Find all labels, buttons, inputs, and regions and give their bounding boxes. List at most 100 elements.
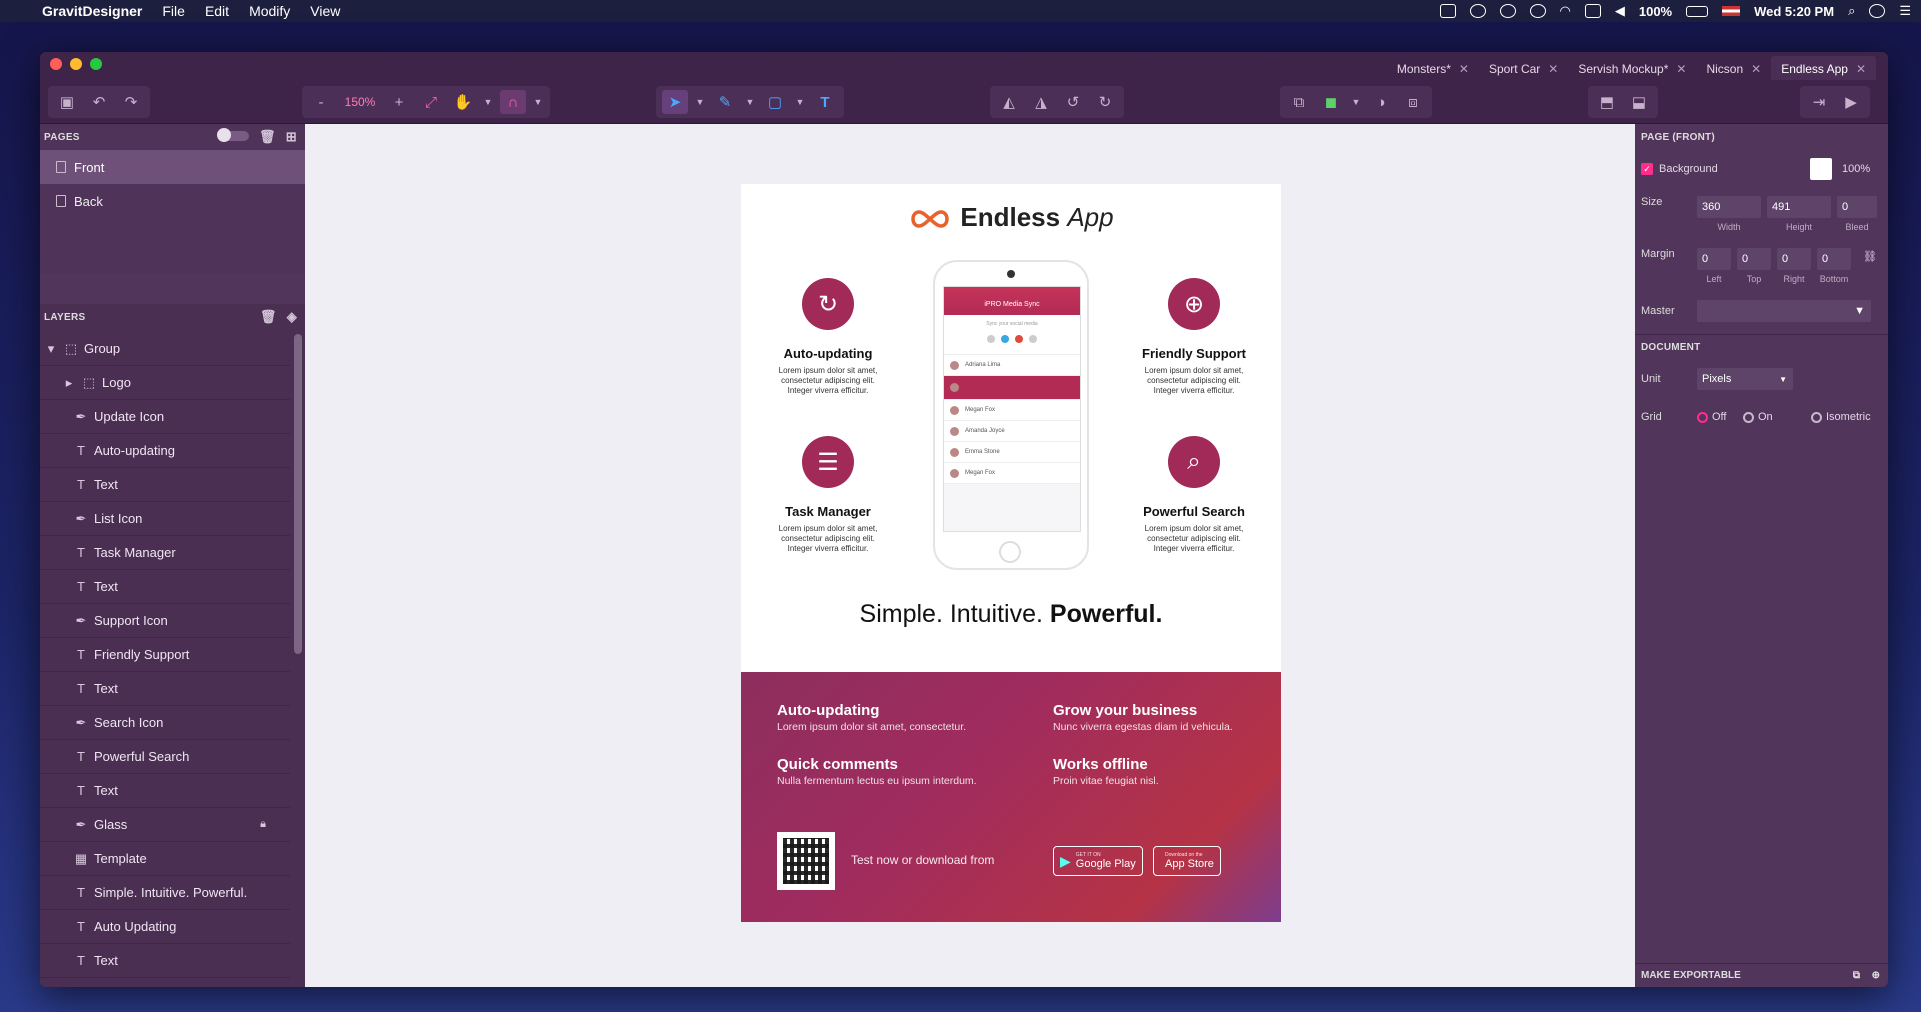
height-input[interactable]: 491 (1767, 196, 1831, 218)
wifi-icon[interactable]: ◠ (1560, 3, 1571, 19)
menu-file[interactable]: File (162, 3, 185, 19)
menu-modify[interactable]: Modify (249, 3, 290, 19)
lock-icon[interactable]: 🔒︎ (260, 818, 266, 831)
battery-icon[interactable] (1686, 5, 1709, 17)
clock[interactable]: Wed 5:20 PM (1754, 4, 1834, 19)
master-select[interactable]: ▼ (1697, 300, 1871, 322)
grid-off-option[interactable]: Off (1697, 411, 1726, 423)
ungroup-icon[interactable]: ⧈ (1400, 90, 1426, 114)
layer-row[interactable]: T Text (40, 570, 290, 604)
layer-row[interactable]: ▸ ⬚ Logo (40, 366, 290, 400)
tab-nicson[interactable]: Nicson ✕ (1696, 56, 1771, 82)
layers-scrollbar[interactable] (294, 334, 302, 654)
app-name-menu[interactable]: GravitDesigner (42, 3, 142, 19)
bleed-input[interactable]: 0 (1837, 196, 1877, 218)
time-machine-icon[interactable] (1529, 4, 1546, 18)
link-margins-icon[interactable]: ⛓ (1863, 250, 1877, 263)
redo-icon[interactable]: ↷ (118, 90, 144, 114)
expand-chevron-icon[interactable]: ▸ (62, 375, 76, 391)
save-icon[interactable]: ▣ (54, 90, 80, 114)
cloud-status-icon[interactable] (1469, 4, 1486, 18)
margin-top-input[interactable]: 0 (1737, 248, 1771, 270)
undo-icon[interactable]: ↶ (86, 90, 112, 114)
rectangle-tool-icon[interactable]: ▢ (762, 90, 788, 114)
close-tab-icon[interactable]: ✕ (1459, 62, 1469, 76)
layer-row[interactable]: ✒ Glass 🔒︎ (40, 808, 290, 842)
minimize-window-button[interactable] (70, 58, 82, 70)
close-tab-icon[interactable]: ✕ (1856, 62, 1866, 76)
input-source-flag-icon[interactable] (1722, 6, 1741, 16)
tab-sport-car[interactable]: Sport Car ✕ (1479, 56, 1568, 82)
background-color-swatch[interactable] (1810, 158, 1832, 180)
snap-magnet-icon[interactable]: ∩ (500, 90, 526, 114)
layer-row[interactable]: T Friendly Support (40, 638, 290, 672)
bring-forward-icon[interactable]: ⬒ (1594, 90, 1620, 114)
tab-monsters[interactable]: Monsters* ✕ (1387, 56, 1479, 82)
layer-row[interactable]: T Text (40, 944, 290, 978)
canvas[interactable]: Endless App ↻ Auto-updating Lorem ipsum … (305, 124, 1635, 987)
layer-row[interactable]: T Auto Updating (40, 910, 290, 944)
grid-on-option[interactable]: On (1743, 411, 1773, 423)
pen-tool-icon[interactable]: ✎ (712, 90, 738, 114)
chevron-down-icon[interactable]: ▼ (532, 90, 544, 114)
add-page-icon[interactable]: ⊞ (286, 129, 297, 145)
layer-row[interactable]: ✒ List Icon (40, 502, 290, 536)
menu-edit[interactable]: Edit (205, 3, 229, 19)
layer-row[interactable]: T Task Manager (40, 536, 290, 570)
margin-right-input[interactable]: 0 (1777, 248, 1811, 270)
rotate-left-icon[interactable]: ↺ (1060, 90, 1086, 114)
flip-vertical-icon[interactable]: ◮ (1028, 90, 1054, 114)
send-backward-icon[interactable]: ⬓ (1626, 90, 1652, 114)
volume-icon[interactable]: ◀ (1615, 3, 1625, 19)
tab-servish-mockup[interactable]: Servish Mockup* ✕ (1568, 56, 1696, 82)
close-tab-icon[interactable]: ✕ (1751, 62, 1761, 76)
spotlight-search-icon[interactable]: ⌕ (1848, 3, 1855, 19)
trash-icon[interactable]: 🗑︎ (259, 129, 276, 145)
margin-left-input[interactable]: 0 (1697, 248, 1731, 270)
chevron-down-icon[interactable]: ▼ (482, 90, 494, 114)
background-opacity[interactable]: 100% (1842, 163, 1870, 175)
fit-screen-icon[interactable]: ⤢ (418, 90, 444, 114)
chevron-down-icon[interactable]: ▼ (794, 90, 806, 114)
export-icon[interactable]: ⇥ (1806, 90, 1832, 114)
rotate-right-icon[interactable]: ↻ (1092, 90, 1118, 114)
close-window-button[interactable] (50, 58, 62, 70)
layer-row[interactable]: ▾ ⬚ Group (40, 332, 290, 366)
hand-tool-icon[interactable]: ✋ (450, 90, 476, 114)
layer-row[interactable]: T Simple. Intuitive. Powerful. (40, 876, 290, 910)
zoom-level[interactable]: 150% (340, 95, 380, 109)
artboard-front[interactable]: Endless App ↻ Auto-updating Lorem ipsum … (741, 184, 1281, 922)
close-tab-icon[interactable]: ✕ (1548, 62, 1558, 76)
chevron-down-icon[interactable]: ▼ (744, 90, 756, 114)
add-export-icon[interactable]: ⊕ (1872, 970, 1880, 981)
pointer-tool-icon[interactable]: ➤ (662, 90, 688, 114)
chevron-down-icon[interactable]: ▼ (694, 90, 706, 114)
layer-row[interactable]: T Powerful Search (40, 740, 290, 774)
chevron-down-icon[interactable]: ▼ (1350, 90, 1362, 114)
preview-play-icon[interactable]: ▶ (1838, 90, 1864, 114)
zoom-out-button[interactable]: - (308, 90, 334, 114)
group-icon[interactable]: ⧉ (1286, 90, 1312, 114)
width-input[interactable]: 360 (1697, 196, 1761, 218)
page-item-back[interactable]: Back (40, 184, 305, 218)
tab-endless-app[interactable]: Endless App ✕ (1771, 56, 1876, 82)
user-avatar-icon[interactable] (1869, 4, 1886, 18)
checkbox-status-icon[interactable] (1439, 4, 1456, 18)
unit-select[interactable]: Pixels ▼ (1697, 368, 1793, 390)
zoom-window-button[interactable] (90, 58, 102, 70)
arrange-icon[interactable]: ◼ (1318, 90, 1344, 114)
margin-bottom-input[interactable]: 0 (1817, 248, 1851, 270)
close-tab-icon[interactable]: ✕ (1676, 62, 1686, 76)
text-tool-icon[interactable]: T (812, 90, 838, 114)
boolean-icon[interactable]: ◑ (1368, 90, 1394, 114)
layer-row[interactable]: T Text (40, 468, 290, 502)
page-item-front[interactable]: Front (40, 150, 305, 184)
layer-row[interactable]: ✒ Support Icon (40, 604, 290, 638)
layer-row[interactable]: T Auto-updating (40, 434, 290, 468)
layer-row[interactable]: ▦ Template (40, 842, 290, 876)
layer-row[interactable]: ✒ Search Icon (40, 706, 290, 740)
pages-toggle[interactable] (216, 128, 249, 142)
zoom-in-button[interactable]: + (386, 90, 412, 114)
menu-view[interactable]: View (310, 3, 340, 19)
airplay-icon[interactable] (1584, 4, 1601, 18)
